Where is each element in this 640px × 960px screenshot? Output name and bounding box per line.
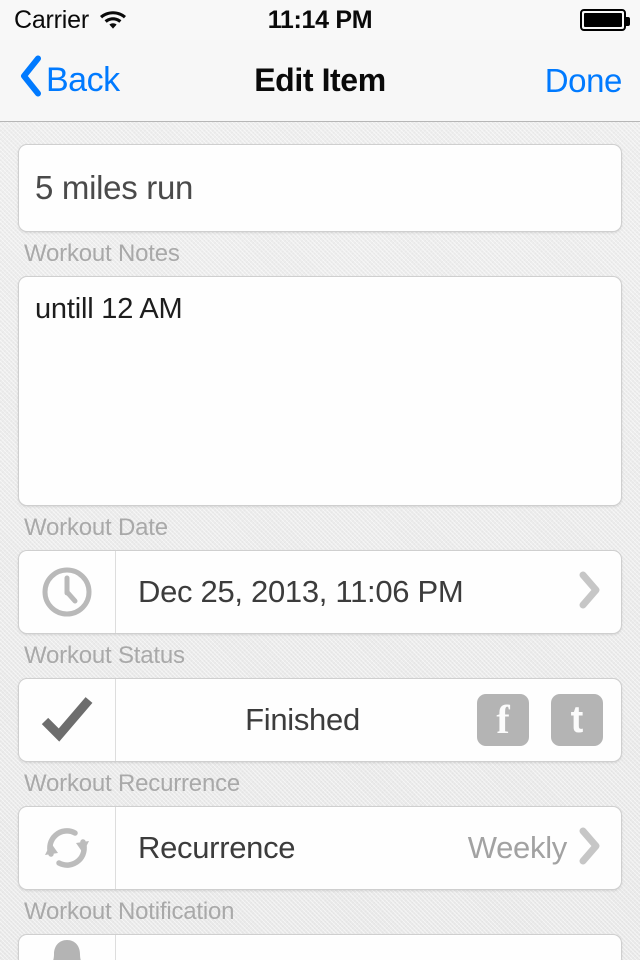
workout-date-label: Workout Date — [24, 514, 168, 541]
workout-recurrence-body: Recurrence Weekly — [116, 807, 621, 889]
workout-recurrence-label: Workout Recurrence — [24, 770, 241, 797]
chevron-right-icon — [577, 570, 603, 615]
workout-date-body: Dec 25, 2013, 11:06 PM — [116, 551, 621, 633]
workout-recurrence-value: Weekly — [467, 830, 568, 865]
edit-item-screen: Carrier 11:14 PM Back Edit Item Done 5 m… — [0, 0, 640, 960]
workout-notification-row[interactable] — [18, 934, 622, 960]
chevron-right-icon — [577, 826, 603, 871]
back-button-label: Back — [46, 61, 120, 99]
form-content: 5 miles run Workout Notes untill 12 AM W… — [0, 122, 640, 960]
facebook-share-button[interactable]: f — [477, 694, 529, 746]
workout-date-row[interactable]: Dec 25, 2013, 11:06 PM — [18, 550, 622, 634]
status-bar: Carrier 11:14 PM — [0, 0, 640, 40]
checkmark-icon[interactable] — [19, 679, 116, 761]
workout-notes-input[interactable]: untill 12 AM — [18, 276, 622, 506]
workout-notes-label: Workout Notes — [24, 240, 180, 267]
share-buttons: f t — [477, 694, 603, 746]
workout-title-input[interactable]: 5 miles run — [18, 144, 622, 232]
workout-notification-label: Workout Notification — [24, 898, 235, 925]
battery-full-icon — [580, 9, 630, 31]
workout-notification-body — [116, 935, 621, 960]
status-bar-time: 11:14 PM — [267, 5, 373, 34]
workout-status-label: Workout Status — [24, 642, 185, 669]
done-button[interactable]: Done — [545, 62, 623, 100]
workout-status-body: Finished f t — [116, 679, 621, 761]
status-bar-right — [580, 9, 630, 31]
workout-status-row[interactable]: Finished f t — [18, 678, 622, 762]
clock-icon — [19, 551, 116, 633]
bell-icon — [19, 935, 116, 960]
workout-status-value: Finished — [245, 702, 360, 737]
chevron-left-icon — [18, 55, 42, 106]
twitter-share-button[interactable]: t — [551, 694, 603, 746]
back-button[interactable]: Back — [18, 55, 120, 106]
workout-date-value: Dec 25, 2013, 11:06 PM — [138, 574, 464, 609]
refresh-icon — [19, 807, 116, 889]
workout-recurrence-row[interactable]: Recurrence Weekly — [18, 806, 622, 890]
navigation-bar: Back Edit Item Done — [0, 40, 640, 122]
workout-recurrence-title: Recurrence — [138, 830, 296, 865]
